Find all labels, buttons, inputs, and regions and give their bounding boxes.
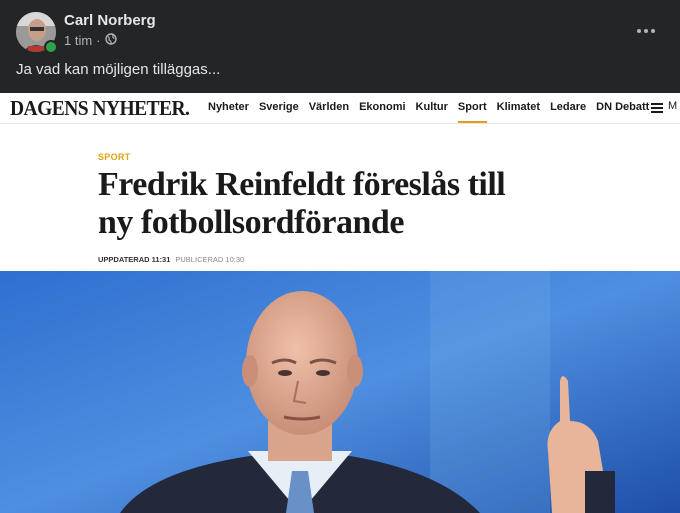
dn-navbar: DAGENS NYHETER. Nyheter Sverige Världen Eko… (0, 93, 680, 124)
headline-line-1: Fredrik Reinfeldt föreslås till (98, 166, 506, 203)
nav-link-sport[interactable]: Sport (457, 93, 487, 123)
nav-link-kultur[interactable]: Kultur (416, 93, 448, 123)
article-dates: UPPDATERAD 11:31 PUBLICERAD 10:30 (98, 255, 244, 264)
meta-separator: · (96, 33, 101, 48)
article-kicker: SPORT (98, 152, 131, 162)
article-headline: Fredrik Reinfeldt föreslås till ny fotbo… (98, 166, 568, 242)
menu-label: M (668, 100, 678, 112)
dn-logo: DAGENS NYHETER. (10, 96, 190, 120)
post-text: Ja vad kan möjligen tilläggas... (16, 61, 221, 78)
menu-icon (651, 103, 663, 113)
nav-link-ekonomi[interactable]: Ekonomi (359, 93, 405, 123)
post-header: Carl Norberg 1 tim · (0, 0, 680, 60)
facebook-post: Carl Norberg 1 tim · Ja vad kan möjligen… (0, 0, 680, 513)
nav-link-sverige[interactable]: Sverige (259, 93, 299, 123)
published-time: PUBLICERAD 10:30 (175, 255, 245, 264)
online-status-indicator (44, 40, 58, 54)
post-time[interactable]: 1 tim (64, 33, 92, 48)
author-name[interactable]: Carl Norberg (64, 12, 156, 29)
post-meta: 1 tim · (64, 33, 117, 48)
nav-link-klimatet[interactable]: Klimatet (497, 93, 540, 123)
nav-link-dn-debatt[interactable]: DN Debatt (596, 93, 649, 123)
article-photo (0, 271, 680, 513)
globe-icon[interactable] (104, 33, 117, 48)
updated-time: UPPDATERAD 11:31 (98, 255, 171, 264)
shared-article-screenshot[interactable]: DAGENS NYHETER. Nyheter Sverige Världen Eko… (0, 93, 680, 513)
nav-link-ledare[interactable]: Ledare (550, 93, 586, 123)
more-options-icon[interactable] (626, 16, 666, 46)
dn-nav-links: Nyheter Sverige Världen Ekonomi Kultur Sport K… (208, 93, 659, 123)
headline-line-2: ny fotbollsordförande (98, 204, 404, 241)
nav-link-nyheter[interactable]: Nyheter (208, 93, 249, 123)
nav-link-världen[interactable]: Världen (309, 93, 349, 123)
